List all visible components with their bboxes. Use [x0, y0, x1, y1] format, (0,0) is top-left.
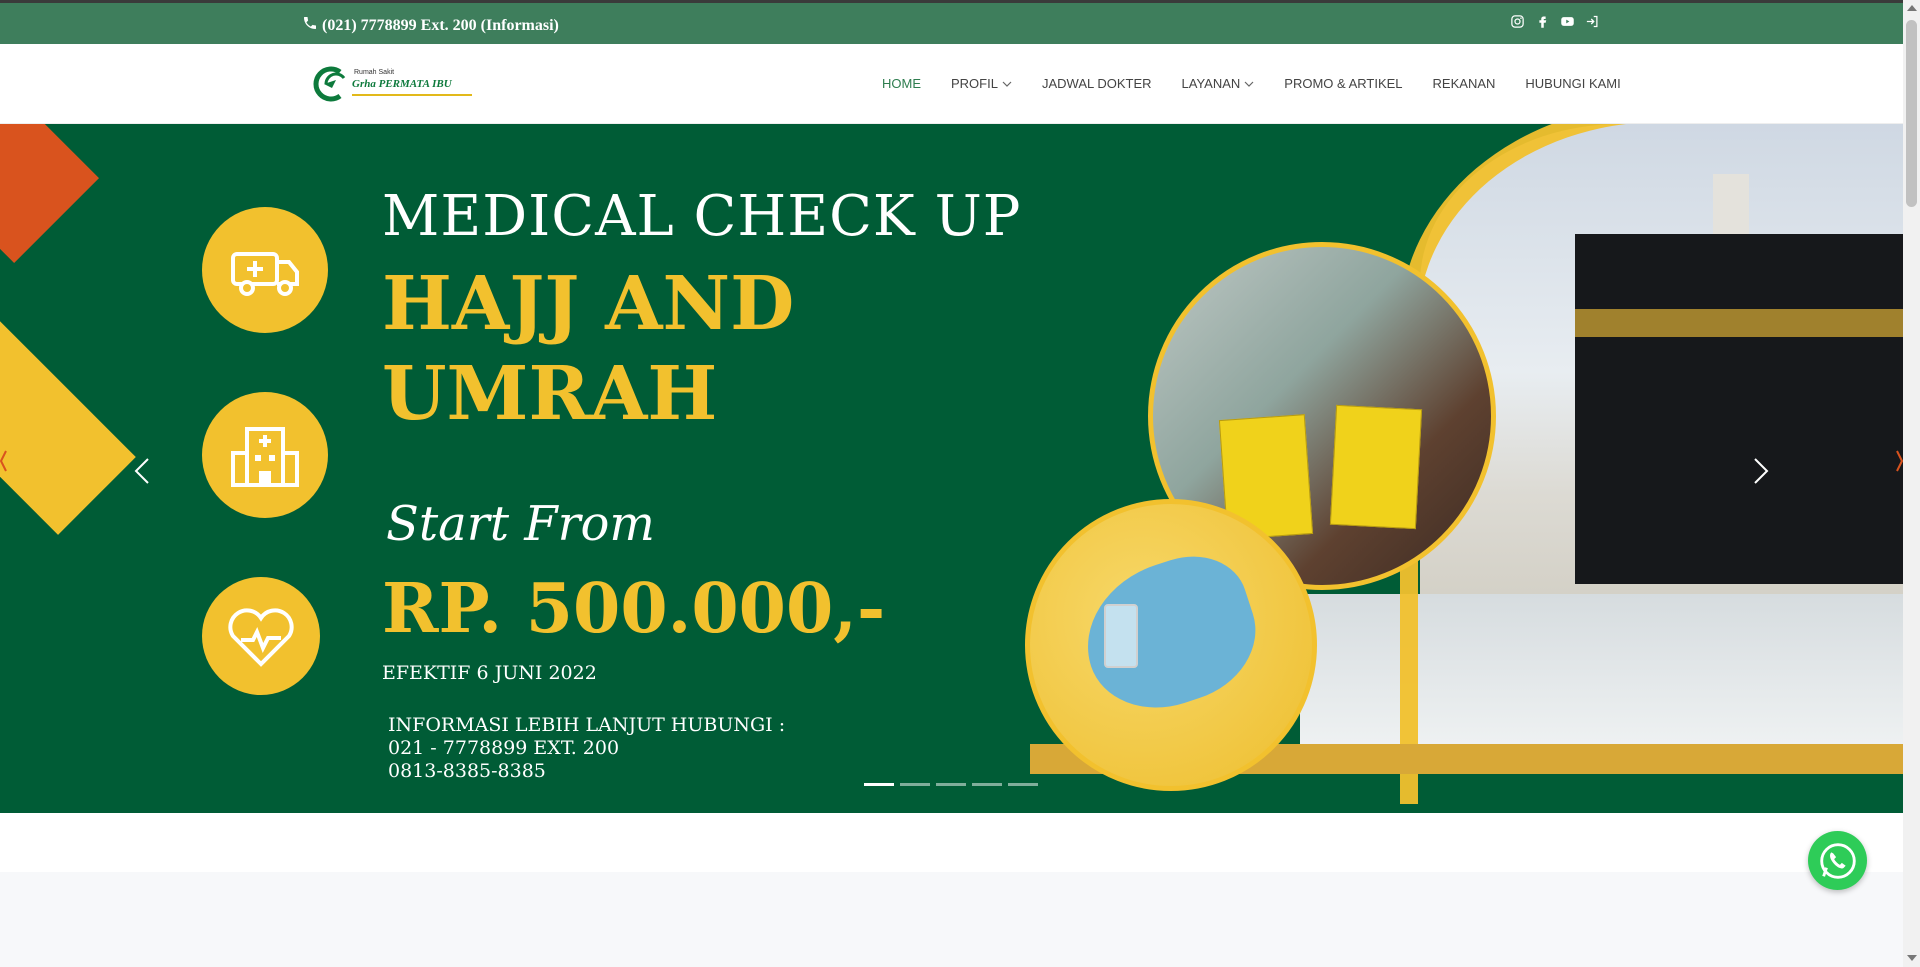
start-from-text: Start From	[386, 496, 655, 552]
carousel-dot[interactable]	[900, 783, 930, 786]
nav-label: REKANAN	[1432, 76, 1496, 91]
hospital-icon	[202, 392, 328, 518]
facebook-icon[interactable]	[1535, 14, 1550, 29]
chevron-down-icon	[1244, 81, 1254, 87]
carousel-prev-button[interactable]	[128, 451, 158, 491]
top-info-bar: (021) 7778899 Ext. 200 (Informasi)	[0, 3, 1903, 44]
logo-name: Grha PERMATA IBU	[352, 78, 452, 90]
nav-item-jadwal-dokter[interactable]: JADWAL DOKTER	[1042, 76, 1152, 91]
chevron-left-icon	[134, 458, 149, 484]
slide-headline: HAJJ AND UMRAH	[382, 259, 794, 439]
social-links	[1510, 14, 1600, 29]
login-icon[interactable]	[1585, 14, 1600, 29]
nav-label: LAYANAN	[1181, 76, 1241, 91]
phone-info[interactable]: (021) 7778899 Ext. 200 (Informasi)	[302, 15, 559, 36]
nav-item-hubungi-kami[interactable]: HUBUNGI KAMI	[1525, 76, 1620, 91]
youtube-icon[interactable]	[1560, 14, 1575, 29]
logo-underline	[352, 94, 472, 96]
carousel-dot[interactable]	[972, 783, 1002, 786]
content-section	[0, 872, 1903, 967]
info-phone: 021 - 7778899 EXT. 200	[388, 737, 620, 759]
effective-date: EFEKTIF 6 JUNI 2022	[382, 662, 597, 684]
headline-line-2: UMRAH	[382, 351, 718, 437]
phone-text: (021) 7778899 Ext. 200 (Informasi)	[322, 16, 559, 34]
vaccine-photo	[1025, 499, 1317, 791]
instagram-icon[interactable]	[1510, 14, 1525, 29]
glove-image	[1067, 541, 1273, 727]
decorative-yellow-shape	[0, 273, 136, 535]
nav-item-layanan[interactable]: LAYANAN	[1182, 76, 1255, 91]
main-nav: HOME PROFIL JADWAL DOKTER LAYANAN PROMO …	[882, 76, 1621, 91]
nav-label: PROMO & ARTIKEL	[1284, 76, 1403, 91]
carousel-indicators	[864, 783, 1038, 786]
carousel-dot[interactable]	[1008, 783, 1038, 786]
ambulance-icon	[202, 207, 328, 333]
hero-carousel: MEDICAL CHECK UP HAJJ AND UMRAH Start Fr…	[0, 124, 1903, 813]
whatsapp-button[interactable]	[1808, 831, 1867, 890]
price-text: RP. 500.000,-	[382, 569, 886, 649]
logo-subtitle: Rumah Sakit	[354, 69, 395, 76]
scroll-up-arrow-icon[interactable]	[1907, 5, 1917, 11]
chevron-right-icon	[1754, 458, 1769, 484]
decorative-orange-shape	[0, 124, 99, 263]
scroll-down-arrow-icon[interactable]	[1907, 955, 1917, 961]
edge-chevron-right-icon	[1896, 450, 1903, 472]
edge-chevron-left-icon	[0, 450, 7, 472]
phone-icon	[302, 15, 318, 36]
vial-image	[1104, 604, 1138, 668]
info-heading: INFORMASI LEBIH LANJUT HUBUNGI :	[388, 714, 786, 736]
nav-label: PROFIL	[951, 76, 998, 91]
nav-label: HOME	[882, 76, 921, 91]
logo-emblem-icon	[313, 66, 346, 102]
vaccine-book-image	[1329, 404, 1423, 530]
carousel-next-button[interactable]	[1745, 451, 1775, 491]
headline-line-1: HAJJ AND	[382, 261, 795, 347]
slide-title: MEDICAL CHECK UP	[382, 184, 1022, 249]
nav-label: HUBUNGI KAMI	[1525, 76, 1621, 91]
nav-item-home[interactable]: HOME	[882, 76, 921, 91]
nav-item-promo-artikel[interactable]: PROMO & ARTIKEL	[1284, 76, 1402, 91]
hospital-logo[interactable]: Rumah Sakit Grha PERMATA IBU	[310, 66, 480, 102]
nav-item-profil[interactable]: PROFIL	[951, 76, 1012, 91]
site-header: Rumah Sakit Grha PERMATA IBU HOME PROFIL…	[0, 44, 1903, 124]
whatsapp-icon	[1819, 842, 1856, 879]
nav-item-rekanan[interactable]: REKANAN	[1433, 76, 1496, 91]
nav-label: JADWAL DOKTER	[1041, 76, 1152, 91]
heart-pulse-icon	[202, 577, 320, 695]
carousel-dot[interactable]	[936, 783, 966, 786]
carousel-dot[interactable]	[864, 783, 894, 786]
chevron-down-icon	[1002, 81, 1012, 87]
scrollbar-thumb[interactable]	[1906, 20, 1917, 207]
contact-info: INFORMASI LEBIH LANJUT HUBUNGI : 021 - 7…	[388, 714, 785, 783]
info-mobile: 0813-8385-8385	[388, 760, 546, 782]
